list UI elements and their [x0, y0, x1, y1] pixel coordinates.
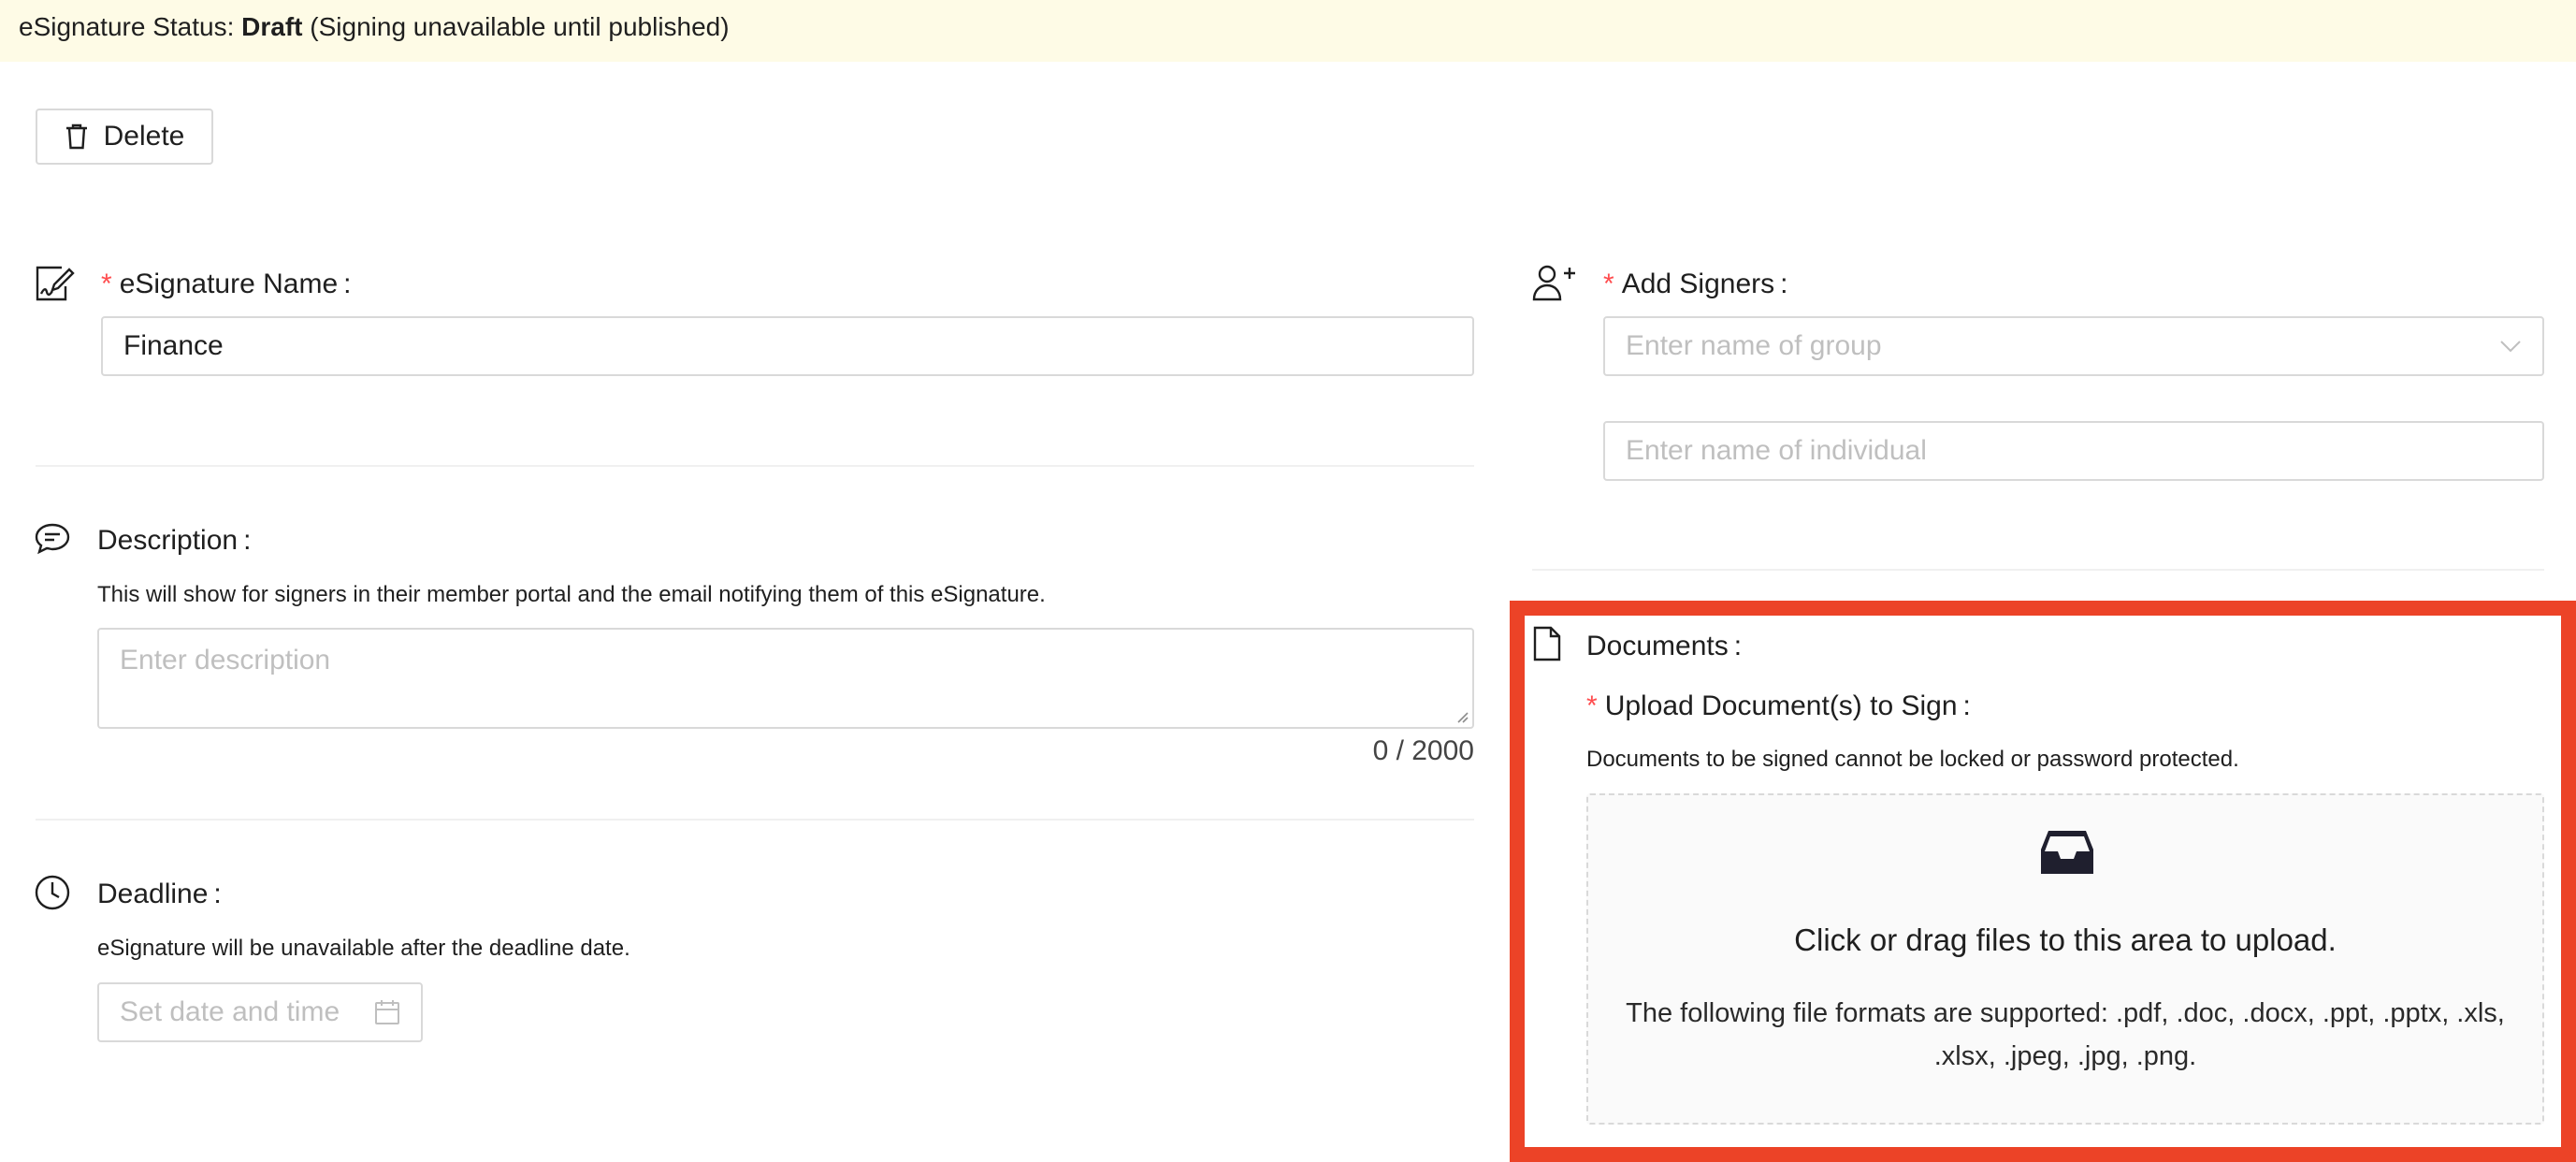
signer-group-select[interactable]: Enter name of group [1603, 316, 2544, 376]
documents-label: Documents: [1586, 631, 1743, 661]
dropzone-title: Click or drag files to this area to uplo… [1794, 922, 2337, 957]
description-textarea[interactable]: Enter description [97, 628, 1474, 729]
dropzone-formats: The following file formats are supported… [1626, 998, 2505, 1071]
signer-individual-input[interactable]: Enter name of individual [1603, 421, 2544, 481]
description-counter: 0 / 2000 [1372, 735, 1474, 766]
upload-help: Documents to be signed cannot be locked … [1586, 747, 2239, 772]
divider [36, 819, 1474, 821]
esignature-name-input[interactable]: Finance [101, 316, 1474, 376]
deadline-help: eSignature will be unavailable after the… [97, 936, 630, 961]
resize-handle[interactable] [1455, 710, 1469, 723]
upload-label: * Upload Document(s) to Sign: [1586, 690, 1971, 721]
file-dropzone[interactable]: Click or drag files to this area to uplo… [1586, 793, 2544, 1125]
divider [1532, 569, 2544, 571]
comment-icon [35, 523, 70, 555]
signature-edit-icon [36, 266, 75, 301]
inbox-icon [2041, 831, 2093, 874]
deadline-date-picker[interactable]: Set date and time [97, 982, 423, 1042]
calendar-icon [375, 1000, 399, 1024]
delete-button[interactable]: Delete [36, 109, 213, 165]
description-label: Description: [97, 525, 252, 556]
delete-button-label: Delete [103, 121, 185, 152]
chevron-down-icon [2500, 341, 2521, 353]
status-prefix: eSignature Status: [19, 12, 235, 41]
status-value: Draft [241, 12, 303, 41]
trash-icon [65, 123, 87, 150]
add-signers-label: * Add Signers: [1603, 269, 1788, 299]
divider [36, 465, 1474, 467]
name-field-label: * eSignature Name: [101, 269, 352, 299]
add-user-icon [1532, 265, 1575, 301]
document-icon [1533, 626, 1561, 661]
deadline-label: Deadline: [97, 879, 222, 909]
clock-icon [35, 875, 70, 910]
status-note: (Signing unavailable until published) [310, 12, 730, 41]
description-help: This will show for signers in their memb… [97, 582, 1046, 607]
status-banner: eSignature Status: Draft (Signing unavai… [0, 0, 2576, 62]
